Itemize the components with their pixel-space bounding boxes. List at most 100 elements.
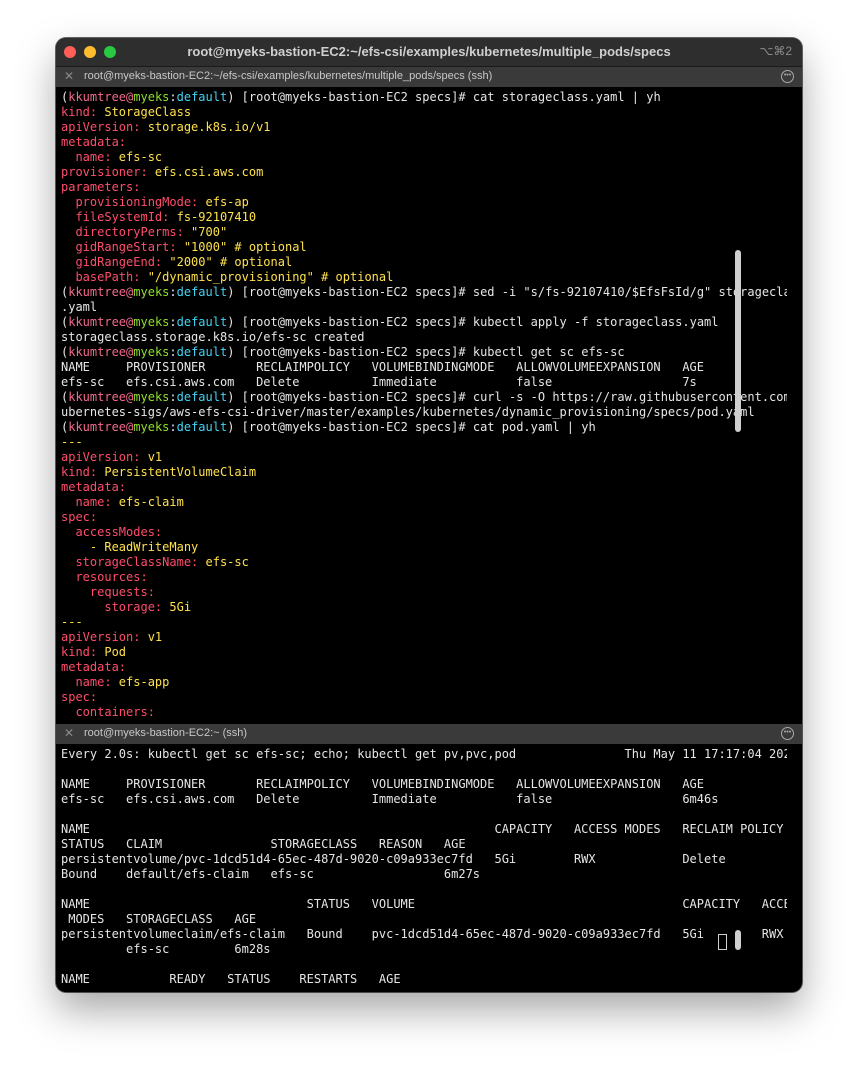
terminal-text: [root@myeks-bastion-EC2 specs]# kubectl …	[234, 315, 719, 329]
terminal-text: Pod	[104, 645, 127, 659]
terminal-text: [root@myeks-bastion-EC2 specs]# cat pod.…	[234, 420, 596, 434]
terminal-line: (kkumtree@myeks:default) [root@myeks-bas…	[61, 90, 787, 105]
terminal-line: requests:	[61, 585, 787, 600]
terminal-line: (kkumtree@myeks:default) [root@myeks-bas…	[61, 315, 787, 330]
terminal-line: spec:	[61, 510, 787, 525]
terminal-text: resources:	[61, 570, 148, 584]
terminal-text: STATUS CLAIM STORAGECLASS REASON AGE	[61, 837, 466, 851]
terminal-text: PersistentVolumeClaim	[104, 465, 257, 479]
terminal-line: storageClassName: efs-sc	[61, 555, 787, 570]
terminal-text: - ReadWriteMany	[61, 540, 199, 554]
terminal-text: apiVersion:	[61, 120, 148, 134]
terminal-text: efs-sc efs.csi.aws.com Delete Immediate …	[61, 792, 719, 806]
terminal-line: NAME READY STATUS RESTARTS AGE	[61, 972, 787, 987]
terminal-text: "2000" # optional	[169, 255, 293, 269]
top-pane-scrollbar[interactable]	[735, 250, 741, 432]
terminal-line: kind: Pod	[61, 645, 787, 660]
terminal-line: ubernetes-sigs/aws-efs-csi-driver/master…	[61, 405, 787, 420]
terminal-line: NAME PROVISIONER RECLAIMPOLICY VOLUMEBIN…	[61, 777, 787, 792]
terminal-text: efs-sc	[205, 555, 249, 569]
terminal-line: MODES STORAGECLASS AGE	[61, 912, 787, 927]
terminal-text: Every 2.0s: kubectl get sc efs-sc; echo;…	[61, 747, 787, 761]
terminal-line: apiVersion: storage.k8s.io/v1	[61, 120, 787, 135]
terminal-text: name:	[61, 150, 119, 164]
close-icon[interactable]: ✕	[64, 69, 74, 83]
bottom-terminal-pane[interactable]: Every 2.0s: kubectl get sc efs-sc; echo;…	[61, 747, 787, 990]
terminal-text: apiVersion:	[61, 630, 148, 644]
more-options-icon[interactable]: •••	[781, 727, 794, 740]
bottom-pane-tab-title: root@myeks-bastion-EC2:~ (ssh)	[84, 727, 248, 739]
terminal-line: efs-sc efs.csi.aws.com Delete Immediate …	[61, 792, 787, 807]
terminal-text: NAME STATUS VOLUME CAPACITY ACCESS	[61, 897, 787, 911]
terminal-text: Bound default/efs-claim efs-sc 6m27s	[61, 867, 481, 881]
terminal-line: persistentvolume/pvc-1dcd51d4-65ec-487d-…	[61, 852, 787, 867]
close-icon[interactable]: ✕	[64, 726, 74, 740]
terminal-text: efs-sc 6m28s	[61, 942, 271, 956]
more-options-icon[interactable]: •••	[781, 70, 794, 83]
bottom-pane-scrollbar[interactable]	[735, 930, 741, 950]
terminal-line: spec:	[61, 690, 787, 705]
terminal-line: (kkumtree@myeks:default) [root@myeks-bas…	[61, 390, 787, 405]
terminal-text: NAME READY STATUS RESTARTS AGE	[61, 972, 401, 986]
terminal-text: spec:	[61, 690, 98, 704]
terminal-text: directoryPerms:	[61, 225, 192, 239]
terminal-text: kind:	[61, 105, 105, 119]
terminal-line: metadata:	[61, 135, 787, 150]
terminal-line: (kkumtree@myeks:default) [root@myeks-bas…	[61, 285, 787, 300]
terminal-text: .yaml	[61, 300, 98, 314]
terminal-line: kind: StorageClass	[61, 105, 787, 120]
terminal-line: metadata:	[61, 480, 787, 495]
terminal-line: Bound default/efs-claim efs-sc 6m27s	[61, 867, 787, 882]
terminal-window: root@myeks-bastion-EC2:~/efs-csi/example…	[56, 38, 802, 992]
shell-prompt: (kkumtree@myeks:default)	[61, 420, 235, 434]
terminal-text: accessModes:	[61, 525, 163, 539]
terminal-line: STATUS CLAIM STORAGECLASS REASON AGE	[61, 837, 787, 852]
terminal-text: basePath:	[61, 270, 148, 284]
top-pane-tab[interactable]: ✕ root@myeks-bastion-EC2:~/efs-csi/examp…	[56, 67, 802, 87]
terminal-line: name: efs-app	[61, 675, 787, 690]
terminal-text: efs-ap	[205, 195, 249, 209]
terminal-text: apiVersion:	[61, 450, 148, 464]
terminal-text: 5Gi	[169, 600, 192, 614]
terminal-text: ---	[61, 435, 83, 449]
terminal-text: provisioner:	[61, 165, 155, 179]
terminal-text: storageclass.storage.k8s.io/efs-sc creat…	[61, 330, 365, 344]
terminal-text: metadata:	[61, 660, 127, 674]
terminal-line: metadata:	[61, 660, 787, 675]
terminal-line: basePath: "/dynamic_provisioning" # opti…	[61, 270, 787, 285]
terminal-text: NAME PROVISIONER RECLAIMPOLICY VOLUMEBIN…	[61, 777, 704, 791]
terminal-text: [root@myeks-bastion-EC2 specs]# sed -i "…	[234, 285, 787, 299]
terminal-text: spec:	[61, 510, 98, 524]
bottom-pane-tab[interactable]: ✕ root@myeks-bastion-EC2:~ (ssh) •••	[56, 724, 802, 744]
terminal-line: gidRangeStart: "1000" # optional	[61, 240, 787, 255]
terminal-line: .yaml	[61, 300, 787, 315]
top-pane-tab-title: root@myeks-bastion-EC2:~/efs-csi/example…	[84, 70, 493, 82]
terminal-line: accessModes:	[61, 525, 787, 540]
terminal-line: efs-sc efs.csi.aws.com Delete Immediate …	[61, 375, 787, 390]
shell-prompt: (kkumtree@myeks:default)	[61, 90, 235, 104]
terminal-text: persistentvolumeclaim/efs-claim Bound pv…	[61, 927, 784, 941]
terminal-line: kind: PersistentVolumeClaim	[61, 465, 787, 480]
terminal-text: "1000" # optional	[183, 240, 307, 254]
terminal-line: ---	[61, 435, 787, 450]
terminal-text: name:	[61, 495, 119, 509]
terminal-line: directoryPerms: "700"	[61, 225, 787, 240]
terminal-line: ---	[61, 615, 787, 630]
terminal-text: [root@myeks-bastion-EC2 specs]# curl -s …	[234, 390, 787, 404]
terminal-text: persistentvolume/pvc-1dcd51d4-65ec-487d-…	[61, 852, 726, 866]
title-bar[interactable]: root@myeks-bastion-EC2:~/efs-csi/example…	[56, 38, 802, 67]
window-title: root@myeks-bastion-EC2:~/efs-csi/example…	[187, 44, 671, 59]
terminal-line: containers:	[61, 705, 787, 720]
terminal-line: provisioner: efs.csi.aws.com	[61, 165, 787, 180]
terminal-text: parameters:	[61, 180, 141, 194]
terminal-text: v1	[147, 630, 163, 644]
top-terminal-pane[interactable]: (kkumtree@myeks:default) [root@myeks-bas…	[61, 90, 787, 720]
terminal-cursor	[718, 934, 727, 950]
terminal-line: name: efs-claim	[61, 495, 787, 510]
terminal-line: resources:	[61, 570, 787, 585]
terminal-line: efs-sc 6m28s	[61, 942, 787, 957]
terminal-text: containers:	[61, 705, 155, 719]
terminal-line: storage: 5Gi	[61, 600, 787, 615]
